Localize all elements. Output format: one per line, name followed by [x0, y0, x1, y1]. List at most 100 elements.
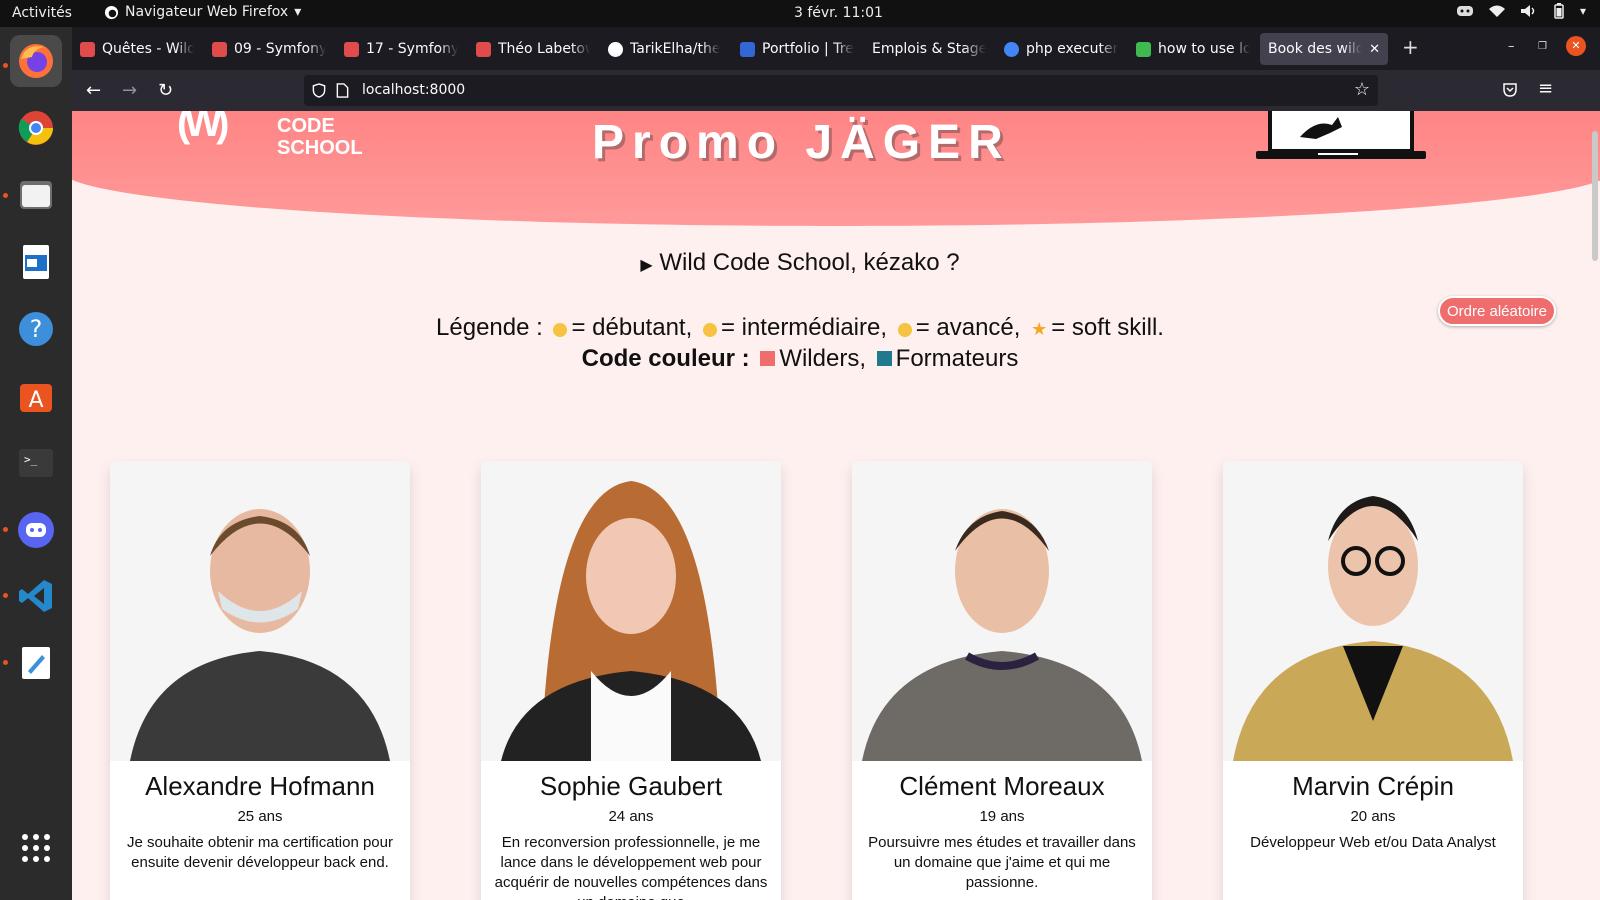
profile-name: Sophie Gaubert: [539, 771, 723, 801]
menu-icon[interactable]: ≡: [1538, 78, 1553, 99]
laptop-illustration-icon: [1256, 111, 1426, 159]
app-menu[interactable]: Navigateur Web Firefox ▾: [104, 4, 301, 20]
url-text: localhost:8000: [362, 82, 466, 98]
profile-age: 19 ans: [979, 808, 1025, 825]
profile-photo: [1223, 461, 1523, 761]
new-tab-icon[interactable]: +: [1402, 35, 1419, 59]
system-tray[interactable]: ▾: [1456, 3, 1586, 19]
google-icon: [1004, 41, 1019, 57]
tab-item[interactable]: Quêtes - Wild: [72, 33, 202, 65]
grinning-face-icon: [897, 323, 912, 337]
running-indicator: [3, 63, 8, 68]
chrome-icon[interactable]: [10, 102, 62, 154]
firefox-small-icon: [104, 5, 119, 19]
svg-text:A: A: [28, 388, 43, 413]
profile-card[interactable]: Alexandre Hofmann 25 ans Je souhaite obt…: [110, 461, 410, 900]
profile-age: 24 ans: [608, 808, 654, 825]
page-scrollbar[interactable]: [1592, 131, 1598, 261]
tab-item[interactable]: php executer: [996, 33, 1126, 65]
wcs-summary-toggle[interactable]: ▶ Wild Code School, kézako ?: [72, 249, 1528, 277]
smiling-face-icon: [702, 323, 717, 337]
tab-item[interactable]: 09 - Symfony :: [204, 33, 334, 65]
random-order-button[interactable]: Ordre aléatoire: [1438, 296, 1556, 326]
page-icon: [336, 83, 349, 98]
running-indicator: [3, 660, 8, 665]
chevron-down-icon: ▾: [1579, 4, 1586, 18]
close-tab-icon[interactable]: ✕: [1369, 42, 1380, 57]
profile-description: En reconversion professionnelle, je me l…: [494, 834, 768, 900]
app-name: Navigateur Web Firefox: [125, 4, 289, 20]
profile-name: Marvin Crépin: [1292, 771, 1454, 801]
chevron-down-icon: ▾: [294, 4, 302, 20]
profile-description: Développeur Web et/ou Data Analyst: [1250, 834, 1496, 851]
svg-text:>_: >_: [24, 453, 38, 466]
profile-name: Alexandre Hofmann: [145, 771, 375, 801]
favicon-icon: [344, 41, 359, 57]
close-window-icon[interactable]: ✕: [1566, 36, 1586, 56]
writer-icon[interactable]: [10, 236, 62, 288]
disclosure-triangle-icon: ▶: [640, 257, 653, 274]
running-indicator: [3, 527, 8, 532]
text-editor-icon[interactable]: [10, 637, 62, 689]
tab-item[interactable]: Théo Labetow: [468, 33, 598, 65]
dock: ? A >_: [0, 27, 72, 900]
favicon-icon: [1136, 41, 1151, 57]
discord-tray-icon: [1456, 6, 1473, 16]
app-grid-icon[interactable]: [10, 822, 62, 874]
navigation-toolbar: ← → ↻ localhost:8000 ☆ ≡: [72, 70, 1600, 111]
profile-name: Clément Moreaux: [899, 771, 1105, 801]
profile-photo: [110, 461, 410, 761]
minimize-icon[interactable]: –: [1508, 39, 1515, 54]
profile-card[interactable]: Clément Moreaux 19 ans Poursuivre mes ét…: [852, 461, 1152, 900]
profile-card[interactable]: Sophie Gaubert 24 ans En reconversion pr…: [481, 461, 781, 900]
terminal-icon[interactable]: >_: [10, 437, 62, 489]
firefox-icon[interactable]: [10, 35, 62, 87]
url-bar[interactable]: localhost:8000 ☆: [304, 75, 1378, 106]
profile-description: Poursuivre mes études et travailler dans…: [868, 834, 1136, 891]
neutral-face-icon: [553, 323, 568, 337]
profile-photo: [852, 461, 1152, 761]
tab-item[interactable]: Emplois & Stages: [864, 33, 994, 65]
system-top-bar: Activités Navigateur Web Firefox ▾ 3 fév…: [0, 0, 1600, 27]
tab-item[interactable]: 17 - Symfony :: [336, 33, 466, 65]
reload-icon[interactable]: ↻: [158, 80, 173, 101]
tab-item[interactable]: Portfolio | Tre: [732, 33, 862, 65]
files-icon[interactable]: [10, 169, 62, 221]
tab-strip: Quêtes - Wild 09 - Symfony : 17 - Symfon…: [72, 27, 1600, 70]
favicon-icon: [476, 41, 491, 57]
shield-icon: [312, 83, 326, 98]
github-icon: [608, 41, 623, 57]
profile-age: 25 ans: [237, 808, 283, 825]
back-icon[interactable]: ←: [86, 80, 101, 101]
web-page: (W) CODE SCHOOL Promo JÄGER ▶ Wild Code S…: [72, 111, 1600, 900]
favicon-icon: [740, 41, 755, 57]
favicon-icon: [212, 41, 227, 57]
favicon-icon: [80, 41, 95, 57]
discord-icon[interactable]: [10, 504, 62, 556]
trainers-color-swatch: [876, 351, 892, 366]
bookmark-star-icon[interactable]: ☆: [1354, 79, 1370, 100]
clock[interactable]: 3 févr. 11:01: [794, 5, 883, 21]
tab-item-active[interactable]: Book des wilde✕: [1260, 33, 1388, 65]
activities-button[interactable]: Activités: [12, 5, 72, 21]
profile-description: Je souhaite obtenir ma certification pou…: [127, 834, 393, 871]
tab-item[interactable]: TarikElha/the: [600, 33, 730, 65]
vscode-icon[interactable]: [10, 570, 62, 622]
legend: Légende : = débutant, = intermédiaire, =…: [436, 314, 1164, 372]
running-indicator: [3, 593, 8, 598]
volume-icon: [1520, 5, 1535, 17]
wilders-color-swatch: [760, 351, 776, 366]
pocket-icon[interactable]: [1502, 82, 1518, 98]
forward-icon[interactable]: →: [122, 80, 137, 101]
help-icon[interactable]: ?: [10, 303, 62, 355]
wifi-icon: [1488, 5, 1505, 17]
running-indicator: [3, 193, 8, 198]
profile-photo: [481, 461, 781, 761]
tab-item[interactable]: how to use lo: [1128, 33, 1258, 65]
battery-icon: [1554, 3, 1564, 19]
page-title: Promo JÄGER: [592, 116, 1011, 169]
star-icon: ★: [1031, 319, 1048, 339]
software-icon[interactable]: A: [10, 370, 62, 422]
maximize-icon[interactable]: ❐: [1538, 41, 1547, 52]
profile-card[interactable]: Marvin Crépin 20 ans Développeur Web et/…: [1223, 461, 1523, 900]
